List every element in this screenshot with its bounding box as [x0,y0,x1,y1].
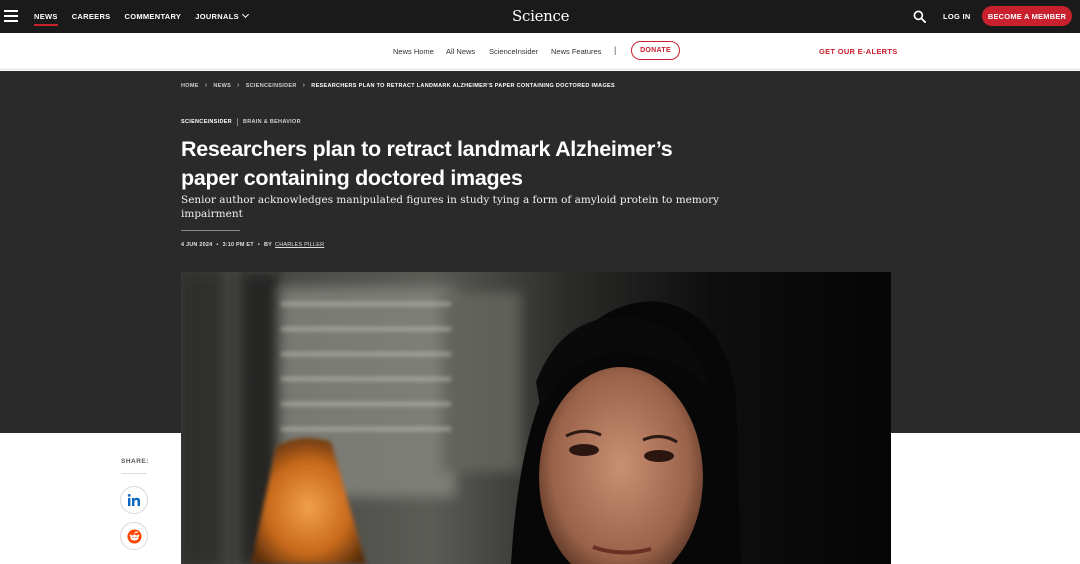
breadcrumb-scienceinsider[interactable]: SCIENCEINSIDER [246,83,297,89]
chevron-right-icon: › [204,82,208,89]
subnav-news-home[interactable]: News Home [393,47,434,56]
main-nav: NEWS CAREERS COMMENTARY JOURNALS [34,10,262,26]
author-link[interactable]: CHARLES PILLER [275,242,324,248]
login-link[interactable]: LOG IN [943,12,971,21]
chevron-down-icon [241,10,249,19]
subsection-label[interactable]: BRAIN & BEHAVIOR [243,119,301,125]
share-label: SHARE: [121,458,149,465]
become-member-button[interactable]: BECOME A MEMBER [982,6,1072,26]
section-label[interactable]: SCIENCEINSIDER [181,119,232,125]
nav-news[interactable]: NEWS [34,12,58,26]
kicker-divider [236,118,238,126]
subnav-news-features[interactable]: News Features [551,47,601,56]
breadcrumb-news[interactable]: NEWS [213,83,231,89]
nav-commentary[interactable]: COMMENTARY [124,12,181,21]
breadcrumb-home[interactable]: HOME [181,83,199,89]
sub-nav: News Home All News ScienceInsider News F… [0,33,1080,70]
nav-careers[interactable]: CAREERS [72,12,111,21]
meta-dot: • [216,242,219,248]
nav-journals[interactable]: JOURNALS [195,10,249,21]
article-kicker: SCIENCEINSIDER BRAIN & BEHAVIOR [181,118,301,126]
share-linkedin-button[interactable] [120,486,148,514]
nav-journals-label: JOURNALS [195,12,239,21]
subnav-scienceinsider[interactable]: ScienceInsider [489,47,538,56]
share-reddit-button[interactable] [120,522,148,550]
search-icon[interactable] [913,10,926,23]
e-alerts-link[interactable]: GET OUR E-ALERTS [819,47,898,56]
portrait-image [181,272,891,564]
article-headline: Researchers plan to retract landmark Alz… [181,137,673,190]
top-bar: NEWS CAREERS COMMENTARY JOURNALS Science… [0,0,1080,33]
divider [181,230,240,231]
publish-date: 4 JUN 2024 [181,242,213,248]
breadcrumb: HOME › NEWS › SCIENCEINSIDER › RESEARCHE… [181,82,615,89]
meta-dot: • [257,242,260,248]
subnav-all-news[interactable]: All News [446,47,475,56]
science-logo[interactable]: Science [512,7,570,25]
publish-time: 3:10 PM ET [222,242,254,248]
donate-button[interactable]: DONATE [631,41,680,60]
article-meta: 4 JUN 2024 • 3:10 PM ET • BY CHARLES PIL… [181,242,324,248]
chevron-right-icon: › [302,82,306,89]
linkedin-icon [127,494,140,506]
article-dek: Senior author acknowledges manipulated f… [181,194,720,220]
share-divider [121,473,147,474]
menu-icon[interactable] [4,10,18,22]
byline-prefix: BY [263,242,273,248]
reddit-icon [126,528,142,544]
subnav-separator: | [614,45,617,55]
article-photo [181,272,891,564]
breadcrumb-current: RESEARCHERS PLAN TO RETRACT LANDMARK ALZ… [311,82,615,89]
chevron-right-icon: › [237,82,240,89]
